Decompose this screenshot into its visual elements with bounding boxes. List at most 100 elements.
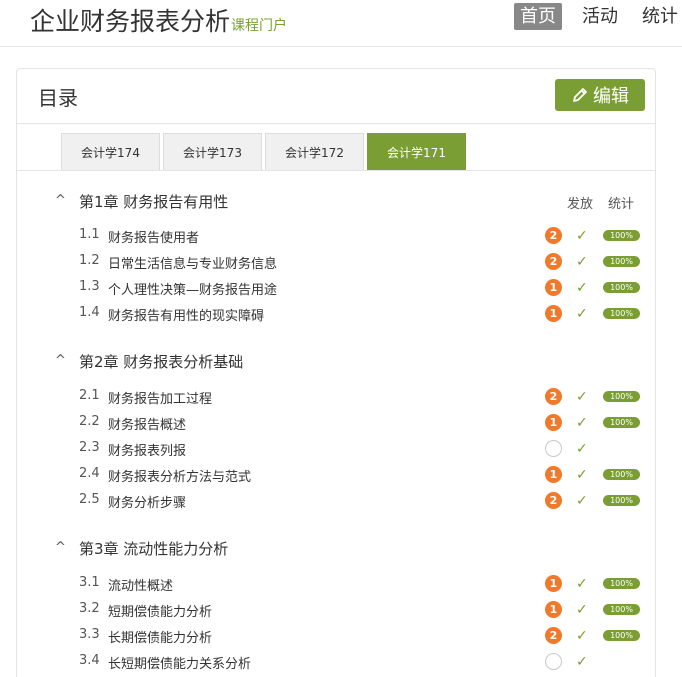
check-icon[interactable]: ✓	[576, 280, 588, 296]
count-badge: 1	[545, 305, 562, 322]
catalog-title: 目录	[38, 86, 78, 110]
progress-badge: 100%	[603, 308, 640, 319]
section-number: 2.3	[79, 440, 100, 455]
section-title[interactable]: 日常生活信息与专业财务信息	[108, 253, 277, 272]
check-icon[interactable]: ✓	[576, 576, 588, 592]
check-icon[interactable]: ✓	[576, 389, 588, 405]
count-badge: 2	[545, 227, 562, 244]
chevron-up-icon[interactable]: ^	[55, 540, 66, 555]
section-row[interactable]: 3.2 短期偿债能力分析 1 ✓ 100%	[17, 600, 655, 620]
section-number: 1.4	[79, 305, 100, 320]
section-title[interactable]: 财务报表分析方法与范式	[108, 466, 251, 485]
section-title[interactable]: 财务报表列报	[108, 440, 186, 459]
tab-class-171[interactable]: 会计学171	[367, 133, 466, 171]
check-icon[interactable]: ✓	[576, 415, 588, 431]
empty-badge	[545, 653, 562, 670]
section-row[interactable]: 2.3 财务报表列报 ✓	[17, 439, 655, 459]
column-header-stats: 统计	[608, 197, 635, 212]
catalog-panel: 目录 编辑 会计学174 会计学173 会计学172 会计学171 ^ 第1章 财…	[16, 68, 656, 677]
section-title[interactable]: 长期偿债能力分析	[108, 627, 212, 646]
chapter-title: 第2章 财务报表分析基础	[79, 353, 244, 371]
section-number: 3.3	[79, 627, 100, 642]
section-title[interactable]: 财务报告有用性的现实障碍	[108, 305, 264, 324]
section-title[interactable]: 短期偿债能力分析	[108, 601, 212, 620]
section-title[interactable]: 流动性概述	[108, 575, 173, 594]
progress-badge: 100%	[603, 282, 640, 293]
section-number: 3.2	[79, 601, 100, 616]
progress-badge: 100%	[603, 256, 640, 267]
section-row[interactable]: 3.1 流动性概述 1 ✓ 100%	[17, 574, 655, 594]
check-icon[interactable]: ✓	[576, 654, 588, 670]
section-number: 3.4	[79, 653, 100, 668]
section-number: 2.4	[79, 466, 100, 481]
count-badge: 1	[545, 466, 562, 483]
section-row[interactable]: 1.1 财务报告使用者 2 ✓ 100%	[17, 226, 655, 246]
progress-badge: 100%	[603, 495, 640, 506]
check-icon[interactable]: ✓	[576, 254, 588, 270]
class-tabs: 会计学174 会计学173 会计学172 会计学171	[61, 133, 469, 171]
check-icon[interactable]: ✓	[576, 628, 588, 644]
count-badge: 2	[545, 627, 562, 644]
section-row[interactable]: 1.3 个人理性决策—财务报告用途 1 ✓ 100%	[17, 278, 655, 298]
column-header-publish: 发放	[567, 197, 594, 212]
top-bar: 企业财务报表分析课程门户 首页 活动 统计	[0, 0, 682, 47]
tab-class-173[interactable]: 会计学173	[163, 133, 262, 171]
check-icon[interactable]: ✓	[576, 228, 588, 244]
progress-badge: 100%	[603, 391, 640, 402]
section-title[interactable]: 长短期偿债能力关系分析	[108, 653, 251, 672]
section-number: 1.3	[79, 279, 100, 294]
chapter-title: 第1章 财务报告有用性	[79, 193, 229, 211]
chapter-title: 第3章 流动性能力分析	[79, 540, 229, 558]
section-row[interactable]: 1.4 财务报告有用性的现实障碍 1 ✓ 100%	[17, 304, 655, 324]
section-title[interactable]: 个人理性决策—财务报告用途	[108, 279, 277, 298]
catalog-header: 目录 编辑	[17, 69, 655, 124]
section-row[interactable]: 2.4 财务报表分析方法与范式 1 ✓ 100%	[17, 465, 655, 485]
section-number: 3.1	[79, 575, 100, 590]
nav-home[interactable]: 首页	[514, 3, 562, 30]
empty-badge	[545, 440, 562, 457]
check-icon[interactable]: ✓	[576, 306, 588, 322]
count-badge: 1	[545, 279, 562, 296]
course-portal-link[interactable]: 课程门户	[231, 18, 287, 34]
check-icon[interactable]: ✓	[576, 467, 588, 483]
progress-badge: 100%	[603, 417, 640, 428]
chapter-header[interactable]: ^ 第3章 流动性能力分析	[17, 538, 655, 560]
nav-stats[interactable]: 统计	[638, 3, 682, 30]
count-badge: 1	[545, 575, 562, 592]
chapter-header[interactable]: ^ 第2章 财务报表分析基础	[17, 351, 655, 373]
progress-badge: 100%	[603, 578, 640, 589]
course-name: 企业财务报表分析	[30, 7, 231, 36]
section-row[interactable]: 1.2 日常生活信息与专业财务信息 2 ✓ 100%	[17, 252, 655, 272]
section-number: 1.1	[79, 227, 100, 242]
section-title[interactable]: 财务报告使用者	[108, 227, 199, 246]
section-row[interactable]: 2.5 财务分析步骤 2 ✓ 100%	[17, 491, 655, 511]
pencil-icon	[573, 88, 587, 102]
section-number: 2.1	[79, 388, 100, 403]
check-icon[interactable]: ✓	[576, 441, 588, 457]
section-number: 2.2	[79, 414, 100, 429]
check-icon[interactable]: ✓	[576, 493, 588, 509]
section-row[interactable]: 3.4 长短期偿债能力关系分析 ✓	[17, 652, 655, 672]
edit-label: 编辑	[593, 86, 629, 107]
edit-button[interactable]: 编辑	[555, 79, 645, 111]
nav-activity[interactable]: 活动	[578, 3, 622, 30]
section-title[interactable]: 财务报告概述	[108, 414, 186, 433]
count-badge: 2	[545, 388, 562, 405]
progress-badge: 100%	[603, 469, 640, 480]
chapter-header[interactable]: ^ 第1章 财务报告有用性 发放 统计	[17, 191, 655, 213]
count-badge: 2	[545, 492, 562, 509]
count-badge: 1	[545, 601, 562, 618]
section-row[interactable]: 3.3 长期偿债能力分析 2 ✓ 100%	[17, 626, 655, 646]
tab-class-172[interactable]: 会计学172	[265, 133, 364, 171]
section-number: 2.5	[79, 492, 100, 507]
count-badge: 2	[545, 253, 562, 270]
section-title[interactable]: 财务分析步骤	[108, 492, 186, 511]
section-title[interactable]: 财务报告加工过程	[108, 388, 212, 407]
section-row[interactable]: 2.2 财务报告概述 1 ✓ 100%	[17, 413, 655, 433]
tab-class-174[interactable]: 会计学174	[61, 133, 160, 171]
section-row[interactable]: 2.1 财务报告加工过程 2 ✓ 100%	[17, 387, 655, 407]
chevron-up-icon[interactable]: ^	[55, 193, 66, 208]
course-title: 企业财务报表分析课程门户	[30, 2, 287, 38]
chevron-up-icon[interactable]: ^	[55, 353, 66, 368]
check-icon[interactable]: ✓	[576, 602, 588, 618]
